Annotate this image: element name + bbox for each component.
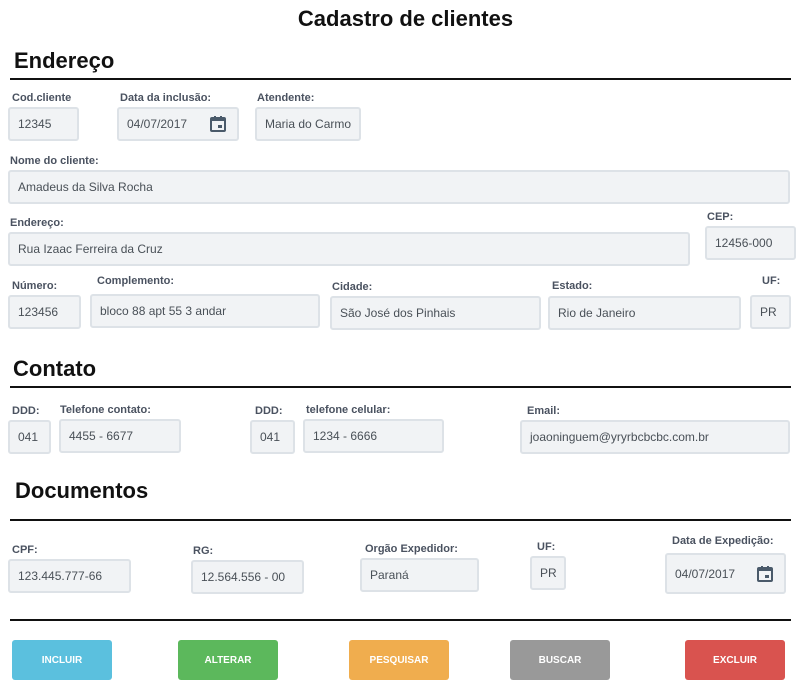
complemento-input[interactable]: bloco 88 apt 55 3 andar: [90, 294, 320, 328]
endereco-input[interactable]: Rua Izaac Ferreira da Cruz: [8, 232, 690, 266]
uf-input[interactable]: PR: [750, 295, 791, 329]
numero-label: Número:: [12, 280, 58, 292]
data-inclusao-value: 04/07/2017: [127, 117, 188, 131]
endereco-label: Endereço:: [10, 217, 64, 229]
cidade-input[interactable]: São José dos Pinhais: [330, 296, 541, 330]
cpf-label: CPF:: [12, 544, 38, 556]
uf-documento-input[interactable]: PR: [530, 556, 566, 590]
email-input[interactable]: joaoninguem@yryrbcbcbc.com.br: [520, 420, 790, 454]
data-expedicao-input[interactable]: 04/07/2017: [665, 553, 786, 594]
orgao-expedidor-label: Orgão Expedidor:: [365, 543, 458, 555]
alterar-button[interactable]: ALTERAR: [178, 640, 278, 680]
footer-divider: [10, 619, 791, 621]
telefone-input[interactable]: 4455 - 6677: [59, 419, 181, 453]
email-label: Email:: [527, 405, 561, 417]
celular-label: telefone celular:: [306, 404, 391, 416]
nome-cliente-label: Nome do cliente:: [10, 155, 99, 167]
calendar-icon[interactable]: [756, 565, 774, 583]
ddd-label: DDD:: [12, 405, 40, 417]
page-title: Cadastro de clientes: [297, 6, 514, 31]
orgao-expedidor-input[interactable]: Paraná: [360, 558, 479, 592]
estado-input[interactable]: Rio de Janeiro: [548, 296, 741, 330]
section-title-documentos: Documentos: [15, 478, 149, 503]
nome-cliente-input[interactable]: Amadeus da Silva Rocha: [8, 170, 790, 204]
cidade-label: Cidade:: [332, 281, 373, 293]
section-divider: [10, 386, 791, 388]
data-inclusao-label: Data da inclusão:: [120, 92, 212, 104]
data-expedicao-label: Data de Expedição:: [672, 535, 774, 547]
ddd-celular-input[interactable]: 041: [250, 420, 295, 454]
telefone-label: Telefone contato:: [60, 404, 151, 416]
rg-label: RG:: [193, 545, 214, 557]
ddd-input[interactable]: 041: [8, 420, 51, 454]
atendente-label: Atendente:: [257, 92, 315, 104]
complemento-label: Complemento:: [97, 275, 174, 287]
section-title-endereco: Endereço: [14, 48, 115, 73]
cpf-input[interactable]: 123.445.777-66: [8, 559, 131, 593]
pesquisar-button[interactable]: PESQUISAR: [349, 640, 449, 680]
celular-input[interactable]: 1234 - 6666: [303, 419, 444, 453]
estado-label: Estado:: [552, 280, 593, 292]
cep-label: CEP:: [707, 211, 734, 223]
cep-input[interactable]: 12456-000: [705, 226, 796, 260]
ddd-celular-label: DDD:: [255, 405, 283, 417]
section-divider: [10, 78, 791, 80]
cod-cliente-input[interactable]: 12345: [8, 107, 79, 141]
incluir-button[interactable]: INCLUIR: [12, 640, 112, 680]
section-divider: [10, 519, 791, 521]
atendente-input[interactable]: Maria do Carmo: [255, 107, 361, 141]
cod-cliente-label: Cod.cliente: [12, 92, 72, 104]
excluir-button[interactable]: EXCLUIR: [685, 640, 785, 680]
data-expedicao-value: 04/07/2017: [675, 566, 736, 581]
rg-input[interactable]: 12.564.556 - 00: [191, 560, 304, 594]
calendar-icon[interactable]: [209, 115, 227, 133]
data-inclusao-input[interactable]: 04/07/2017: [117, 107, 239, 141]
section-title-contato: Contato: [13, 356, 97, 381]
numero-input[interactable]: 123456: [8, 295, 81, 329]
uf-label: UF:: [762, 275, 781, 287]
uf-documento-label: UF:: [537, 541, 556, 553]
buscar-button[interactable]: BUSCAR: [510, 640, 610, 680]
